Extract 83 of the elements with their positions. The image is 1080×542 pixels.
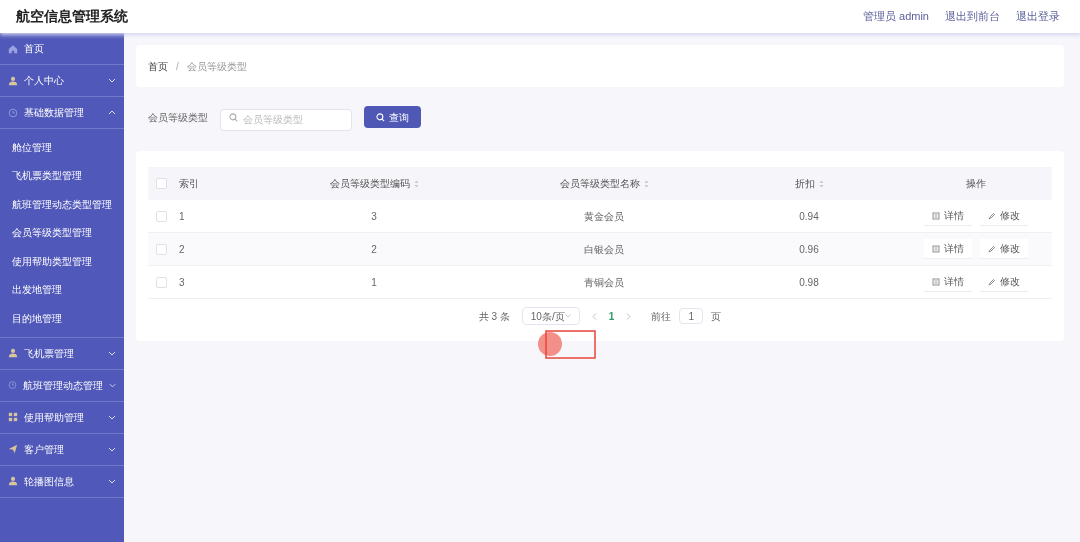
table-cell-text: 0.94 — [799, 209, 819, 224]
goto-label: 前往 — [651, 309, 672, 324]
user-icon — [8, 476, 18, 486]
clock-icon — [8, 380, 17, 390]
column-header[interactable]: 会员等级类型名称 — [559, 176, 649, 191]
document-icon — [931, 277, 940, 286]
user-icon — [8, 75, 18, 86]
column-header: 操作 — [965, 177, 986, 191]
submenu-item[interactable]: 目的地管理 — [0, 304, 124, 333]
document-icon — [931, 211, 940, 220]
chevron-down-icon — [108, 350, 116, 356]
submenu-item[interactable]: 飞机票类型管理 — [0, 161, 124, 190]
page-size-select[interactable]: 10条/页 — [521, 307, 580, 325]
search-label: 会员等级类型 — [148, 110, 208, 125]
sort-icon[interactable] — [413, 179, 419, 188]
submenu-item[interactable]: 舱位管理 — [0, 133, 124, 162]
submenu-item[interactable]: 出发地管理 — [0, 275, 124, 304]
breadcrumb-item[interactable]: 会员等级类型 — [186, 58, 247, 74]
page-number[interactable]: 1 — [608, 308, 615, 324]
column-header[interactable]: 会员等级类型编码 — [329, 176, 419, 191]
select-all-checkbox[interactable] — [156, 178, 167, 189]
table-cell-text: 3 — [371, 209, 377, 224]
header-link[interactable]: 管理员 admin — [862, 8, 929, 25]
chevron-down-icon — [108, 446, 116, 452]
edit-icon — [987, 211, 996, 220]
breadcrumb-item[interactable]: 首页 — [148, 58, 168, 74]
sidebar-item[interactable]: 个人中心 — [0, 65, 124, 97]
total-count: 共 3 条 — [478, 309, 510, 324]
edit-button[interactable]: 修改 — [979, 239, 1028, 259]
clock-icon — [8, 107, 18, 118]
breadcrumb-separator: / — [176, 59, 179, 74]
home-icon — [8, 43, 18, 54]
chevron-down-icon — [108, 382, 116, 388]
previous-page-icon[interactable] — [591, 312, 597, 320]
table-cell-text: 0.96 — [799, 242, 819, 257]
search-icon — [376, 112, 385, 122]
column-header[interactable]: 折扣 — [794, 176, 824, 191]
sidebar-item[interactable]: 飞机票管理 — [0, 337, 124, 370]
chevron-down-icon — [108, 78, 116, 83]
grid-icon — [8, 412, 18, 422]
table-cell-text: 1 — [371, 275, 377, 290]
submenu-item[interactable]: 会员等级类型管理 — [0, 218, 124, 247]
sidebar-item[interactable]: 航班管理动态管理 — [0, 369, 124, 402]
next-page-icon[interactable] — [626, 312, 632, 320]
sidebar-item[interactable]: 轮播图信息 — [0, 465, 124, 498]
table-cell-text: 青铜会员 — [584, 275, 624, 290]
sidebar-item[interactable]: 首页 — [0, 33, 124, 65]
page-input[interactable]: 1 — [679, 308, 704, 324]
search-icon — [229, 113, 238, 122]
search-button[interactable]: 查询 — [364, 106, 421, 128]
edit-icon — [987, 277, 996, 286]
row-checkbox[interactable] — [156, 210, 167, 222]
goto-suffix: 页 — [711, 309, 722, 324]
detail-button[interactable]: 详情 — [923, 239, 972, 259]
column-header: 索引 — [179, 177, 199, 191]
table-cell-text: 1 — [179, 209, 185, 224]
sidebar-item[interactable]: 使用帮助管理 — [0, 401, 124, 434]
submenu-item[interactable]: 使用帮助类型管理 — [0, 247, 124, 276]
sidebar-item[interactable]: 客户管理 — [0, 433, 124, 466]
table-cell-text: 白银会员 — [584, 242, 624, 257]
edit-icon — [987, 244, 996, 253]
table-cell-text: 3 — [179, 275, 185, 290]
send-icon — [8, 444, 18, 454]
table-cell-text: 0.98 — [799, 275, 819, 290]
sort-icon[interactable] — [818, 179, 824, 188]
header-link[interactable]: 退出到前台 — [945, 8, 1000, 25]
sort-icon[interactable] — [643, 179, 649, 188]
chevron-down-icon — [108, 414, 116, 420]
chevron-down-icon — [108, 478, 116, 484]
table-cell-text: 2 — [371, 242, 377, 257]
click-marker-drawing — [537, 330, 596, 359]
header-link[interactable]: 退出登录 — [1016, 8, 1060, 25]
chevron-down-icon — [564, 314, 571, 318]
sidebar-item[interactable]: 基础数据管理 — [0, 97, 124, 129]
user-icon — [8, 348, 18, 358]
row-checkbox[interactable] — [156, 276, 167, 288]
row-checkbox[interactable] — [156, 243, 167, 255]
table-cell-text: 黄金会员 — [584, 209, 624, 224]
document-icon — [931, 244, 940, 253]
chevron-up-icon — [108, 110, 116, 115]
app-title: 航空信息管理系统 — [16, 7, 128, 26]
table-cell-text: 2 — [179, 242, 185, 257]
submenu-item[interactable]: 航班管理动态类型管理 — [0, 190, 124, 219]
